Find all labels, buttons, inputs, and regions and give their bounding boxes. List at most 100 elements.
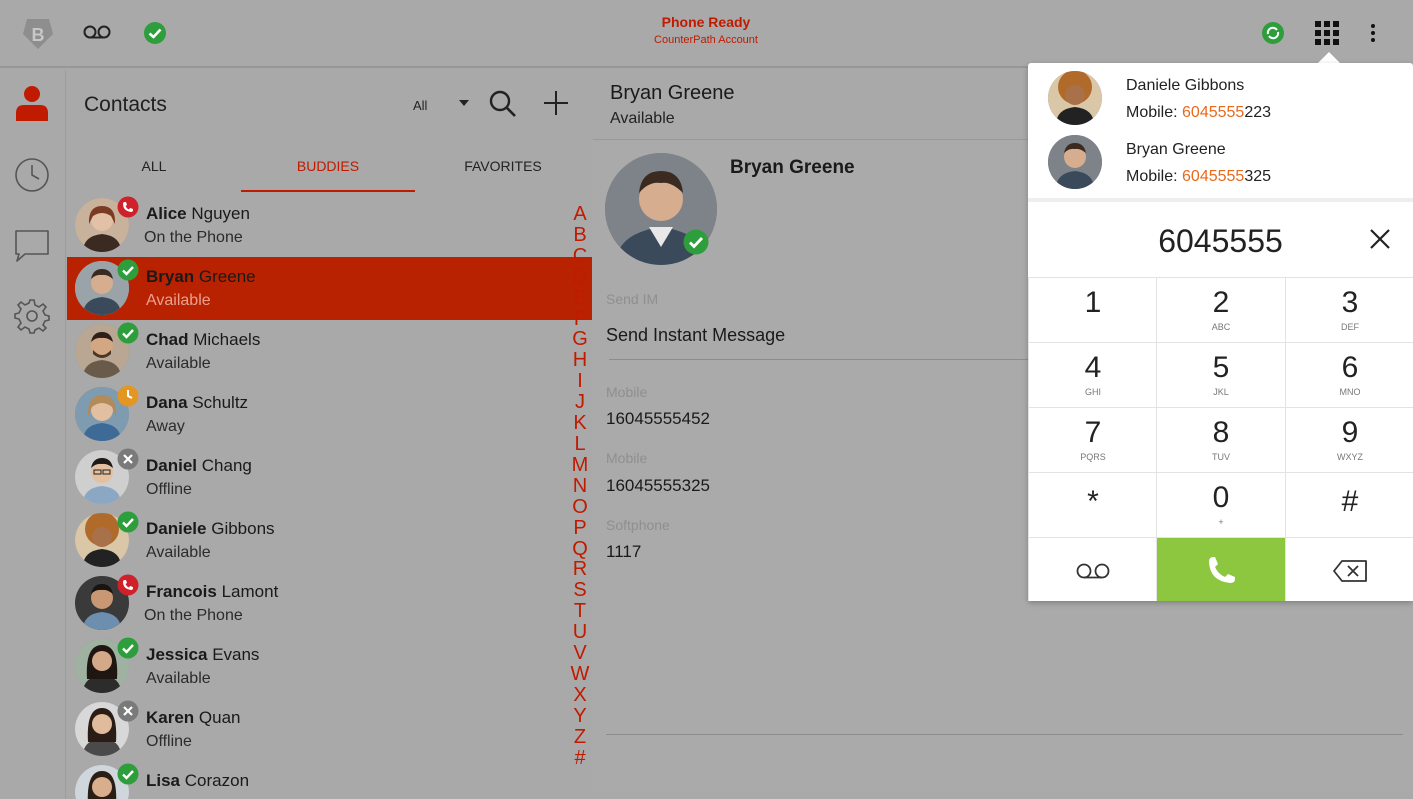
field-label: Softphone: [606, 517, 670, 533]
status-offline-icon: [117, 700, 139, 722]
contact-row[interactable]: Alice Nguyen On the Phone: [67, 194, 592, 257]
key-digit: 6: [1341, 351, 1359, 384]
contact-row[interactable]: Daniel Chang Offline: [67, 446, 592, 509]
contact-row[interactable]: Karen Quan Offline: [67, 698, 592, 761]
dial-key-8[interactable]: 8 TUV: [1156, 407, 1285, 472]
contact-row[interactable]: Francois Lamont On the Phone: [67, 572, 592, 635]
close-icon[interactable]: [1366, 225, 1394, 253]
contact-row[interactable]: Lisa Corazon: [67, 761, 592, 799]
dial-key-4[interactable]: 4 GHI: [1028, 342, 1157, 407]
alphabet-letter[interactable]: Y: [569, 705, 591, 727]
contact-last-name: Schultz: [192, 393, 249, 412]
mobile-number-link[interactable]: 16045555325: [606, 476, 710, 496]
alphabet-letter[interactable]: S: [569, 580, 591, 601]
contact-status: On the Phone: [144, 229, 243, 246]
dial-key-0[interactable]: 0 +: [1156, 472, 1285, 537]
alphabet-letter[interactable]: V: [569, 643, 591, 664]
alphabet-letter[interactable]: K: [569, 413, 591, 434]
dialpad-grid-icon[interactable]: [1312, 18, 1342, 48]
contact-row[interactable]: Chad Michaels Available: [67, 320, 592, 383]
alphabet-letter[interactable]: C: [569, 245, 591, 267]
alphabet-letter[interactable]: #: [569, 747, 591, 769]
alphabet-letter[interactable]: D: [569, 266, 591, 288]
key-digit: 4: [1084, 351, 1102, 384]
tab-buddies[interactable]: BUDDIES: [241, 150, 415, 192]
dial-key-star[interactable]: *: [1028, 472, 1157, 537]
dial-key-7[interactable]: 7 PQRS: [1028, 407, 1157, 472]
contacts-icon[interactable]: [11, 82, 53, 124]
alphabet-letter[interactable]: H: [569, 350, 591, 371]
alphabet-letter[interactable]: N: [569, 475, 591, 497]
dial-key-3[interactable]: 3 DEF: [1285, 277, 1413, 342]
contact-row[interactable]: Dana Schultz Away: [67, 383, 592, 446]
sync-icon[interactable]: [1260, 20, 1286, 46]
detail-name: Bryan Greene: [610, 82, 735, 104]
alphabet-letter[interactable]: L: [569, 434, 591, 455]
contact-row[interactable]: Jessica Evans Available: [67, 635, 592, 698]
key-letters: MNO: [1339, 387, 1361, 397]
alphabet-letter[interactable]: F: [569, 308, 591, 330]
overflow-menu-icon[interactable]: [1362, 18, 1384, 48]
add-contact-icon[interactable]: [541, 88, 571, 118]
alphabet-letter[interactable]: M: [569, 454, 591, 476]
dial-key-5[interactable]: 5 JKL: [1156, 342, 1285, 407]
softphone-number-link[interactable]: 1117: [606, 542, 641, 562]
contact-row-selected[interactable]: Bryan Greene Available: [67, 257, 592, 320]
settings-gear-icon[interactable]: [11, 295, 53, 337]
alphabet-letter[interactable]: T: [569, 601, 591, 622]
suggestion-number: Mobile: 6045555223: [1126, 104, 1271, 122]
available-check-icon[interactable]: [142, 20, 168, 46]
dialpad-pointer: [1318, 52, 1340, 63]
send-instant-message-button[interactable]: Send Instant Message: [606, 325, 785, 346]
voicemail-button[interactable]: [1028, 537, 1157, 601]
brand-logo-icon: B: [20, 16, 56, 52]
dialpad-suggestion[interactable]: Bryan Greene Mobile: 6045555325: [1028, 127, 1413, 191]
alphabet-letter[interactable]: G: [569, 329, 591, 350]
alphabet-letter[interactable]: J: [569, 392, 591, 413]
contact-last-name: Evans: [212, 645, 260, 664]
contact-row[interactable]: Daniele Gibbons Available: [67, 509, 592, 572]
status-offline-icon: [117, 448, 139, 470]
voicemail-icon[interactable]: [82, 20, 112, 44]
alphabet-letter[interactable]: I: [569, 371, 591, 392]
tab-favorites[interactable]: FAVORITES: [416, 150, 590, 192]
messages-icon[interactable]: [11, 225, 53, 267]
alphabet-letter[interactable]: A: [569, 204, 591, 225]
alphabet-letter[interactable]: R: [569, 559, 591, 580]
alphabet-letter[interactable]: Z: [569, 726, 591, 748]
call-button[interactable]: [1156, 537, 1285, 601]
contacts-filter-select[interactable]: All: [413, 98, 427, 113]
alphabet-letter[interactable]: O: [569, 496, 591, 518]
alphabet-index[interactable]: A B C D E F G H I J K L M N O P Q R S T U V W X Y Z #: [569, 204, 591, 768]
chevron-down-icon[interactable]: [459, 100, 469, 106]
backspace-button[interactable]: [1285, 537, 1413, 601]
alphabet-letter[interactable]: W: [569, 664, 591, 685]
suggestion-prefix: Mobile:: [1126, 168, 1183, 185]
history-clock-icon[interactable]: [11, 154, 53, 196]
status-available-icon: [117, 637, 139, 659]
search-icon[interactable]: [487, 88, 519, 120]
divider: [1028, 198, 1413, 202]
voicemail-icon: [1029, 538, 1157, 603]
dialpad-suggestion[interactable]: Daniele Gibbons Mobile: 6045555223: [1028, 63, 1413, 127]
contact-last-name: Nguyen: [191, 204, 250, 223]
mobile-number-link[interactable]: 16045555452: [606, 409, 710, 429]
dial-key-2[interactable]: 2 ABC: [1156, 277, 1285, 342]
contacts-header: Contacts All: [67, 70, 592, 140]
alphabet-letter[interactable]: X: [569, 684, 591, 706]
alphabet-letter[interactable]: E: [569, 287, 591, 309]
phone-status: Phone Ready CounterPath Account: [556, 14, 856, 46]
tab-all[interactable]: ALL: [67, 150, 241, 192]
dial-key-9[interactable]: 9 WXYZ: [1285, 407, 1413, 472]
dial-key-hash[interactable]: #: [1285, 472, 1413, 537]
contact-first-name: Jessica: [146, 645, 208, 664]
dial-key-1[interactable]: 1: [1028, 277, 1157, 342]
alphabet-letter[interactable]: Q: [569, 538, 591, 560]
alphabet-letter[interactable]: U: [569, 622, 591, 643]
alphabet-letter[interactable]: B: [569, 225, 591, 246]
contact-last-name: Lamont: [221, 582, 279, 601]
contact-first-name: Lisa: [146, 771, 181, 790]
alphabet-letter[interactable]: P: [569, 517, 591, 539]
dial-key-6[interactable]: 6 MNO: [1285, 342, 1413, 407]
dial-number-input[interactable]: 6045555: [1028, 223, 1413, 260]
